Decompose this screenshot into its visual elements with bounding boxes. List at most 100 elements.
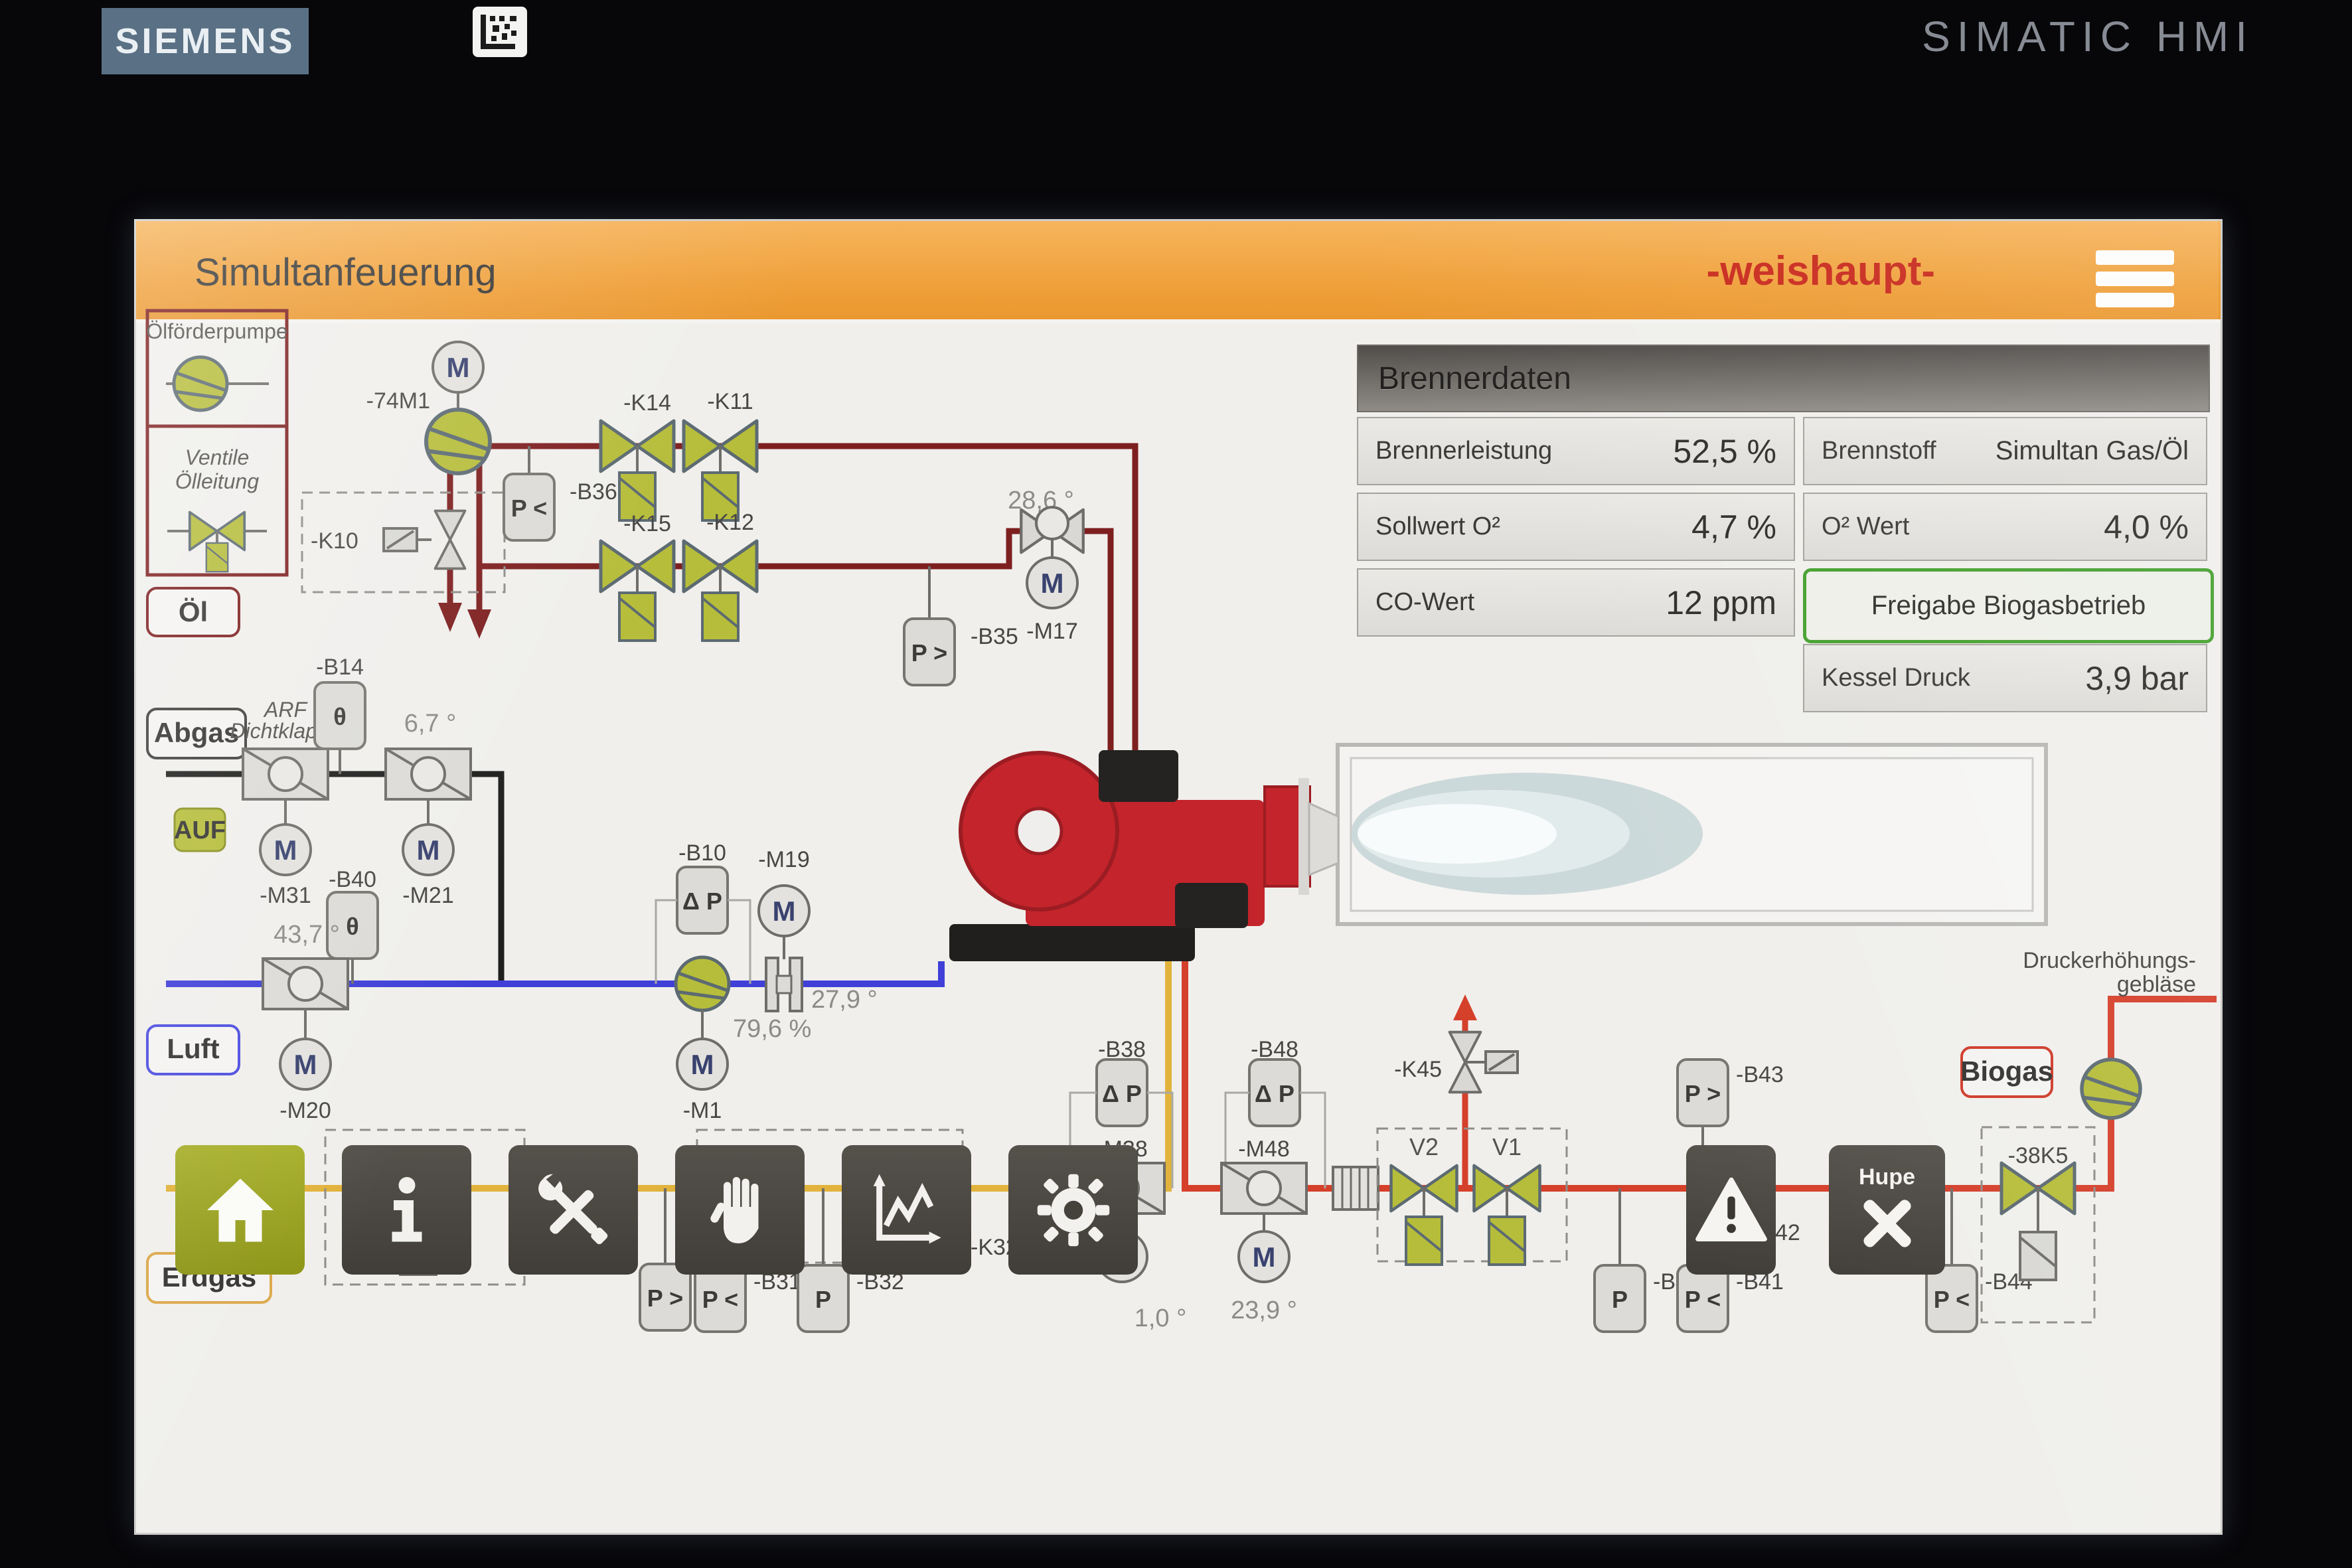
svg-text:Δ P: Δ P [1255, 1080, 1294, 1107]
svg-text:P: P [1612, 1286, 1628, 1313]
svg-text:θ: θ [333, 703, 346, 730]
svg-text:M: M [691, 1049, 714, 1080]
svg-text:V1: V1 [1492, 1133, 1522, 1160]
svg-text:V2: V2 [1409, 1133, 1439, 1160]
tag-k45: -K45 [1394, 1057, 1442, 1082]
biogas-button[interactable]: Biogas [1960, 1048, 2053, 1097]
trend-icon [866, 1169, 948, 1251]
svg-text:M: M [1253, 1241, 1276, 1273]
svg-text:Ölleitung: Ölleitung [175, 469, 260, 493]
hupe-button[interactable]: Hupe [1829, 1145, 1945, 1275]
piping-diagram: Ölförderpumpe Ventile Ölleitung Öl M -74… [0, 0, 2352, 1568]
svg-text:Luft: Luft [167, 1033, 219, 1064]
luft-button[interactable]: Luft [147, 1026, 239, 1074]
info-icon [367, 1170, 447, 1250]
svg-text:P <: P < [1685, 1286, 1721, 1313]
valve-k45-group: -K45 [1394, 1032, 1518, 1092]
tag-m21: -M21 [402, 883, 453, 908]
oil-pump-icon [174, 357, 227, 410]
warning-icon [1695, 1174, 1768, 1247]
svg-text:M: M [1041, 568, 1064, 599]
tag-b36: -B36 [570, 479, 617, 505]
svg-text:M: M [274, 834, 297, 866]
tag-m17: -M17 [1026, 619, 1077, 644]
tools-icon [532, 1169, 615, 1251]
gas-filter [1333, 1167, 1378, 1210]
sensor-b35: P > -B35 [904, 566, 1018, 685]
home-icon [200, 1170, 280, 1250]
svg-text:-K11: -K11 [707, 389, 753, 414]
valve-k10 [435, 511, 465, 569]
value-air-out-temp: 27,9 ° [811, 986, 878, 1014]
tag-b40: -B40 [329, 867, 376, 892]
svg-text:-K15: -K15 [623, 511, 671, 536]
svg-text:ARF: ARF [263, 698, 308, 722]
svg-text:θ: θ [346, 913, 358, 940]
alarm-button[interactable] [1686, 1145, 1776, 1275]
settings-button[interactable] [1008, 1145, 1138, 1275]
hupe-label: Hupe [1859, 1164, 1915, 1190]
svg-text:gebläse: gebläse [2117, 972, 2196, 997]
value-erdgas-pos: 1,0 ° [1135, 1304, 1187, 1332]
svg-text:Druckerhöhungs-: Druckerhöhungs- [2023, 948, 2196, 973]
value-abgas-temp: 6,7 ° [404, 710, 457, 738]
svg-text:P <: P < [511, 495, 547, 522]
manual-mode-button[interactable] [675, 1145, 805, 1275]
home-button[interactable] [175, 1145, 305, 1275]
svg-text:Öl: Öl [179, 596, 208, 627]
tag-m1: -M1 [683, 1098, 722, 1123]
tag-b35: -B35 [971, 624, 1018, 649]
oil-control-valve: 28,6 ° M -M17 [1008, 487, 1083, 644]
svg-text:P >: P > [647, 1285, 683, 1312]
svg-text:M: M [773, 896, 796, 927]
tag-m31: -M31 [260, 883, 311, 908]
svg-text:P <: P < [702, 1286, 738, 1313]
oil-pump-74m1 [426, 410, 490, 473]
tag-b14: -B14 [316, 655, 364, 680]
oil-pump-group: M -74M1 [366, 342, 490, 473]
svg-text:Abgas: Abgas [154, 717, 239, 748]
svg-text:P >: P > [911, 639, 947, 666]
hand-icon [700, 1170, 780, 1250]
tag-38k5: -38K5 [2008, 1143, 2069, 1168]
oil-valve-box: Ventile Ölleitung [147, 426, 287, 575]
tag-m19: -M19 [758, 847, 809, 872]
valve-k10-group: -K10 [302, 493, 505, 592]
svg-text:Biogas: Biogas [1960, 1056, 2053, 1087]
gear-icon [1032, 1169, 1115, 1251]
svg-text:-K12: -K12 [706, 510, 754, 535]
tag-74m1: -74M1 [366, 388, 430, 414]
flame [1351, 773, 1703, 895]
tag-b10: -B10 [678, 840, 726, 866]
value-biogas-temp: 23,9 ° [1231, 1296, 1297, 1324]
svg-text:Δ P: Δ P [682, 888, 722, 915]
biogas-valve-block: V2 V1 [1377, 1129, 1567, 1265]
tools-button[interactable] [509, 1145, 638, 1275]
svg-text:M: M [417, 834, 440, 866]
valve-k12: -K12 [684, 510, 757, 641]
svg-text:M: M [294, 1049, 317, 1080]
oil-pump-box-title: Ölförderpumpe [146, 319, 287, 343]
air-control-damper: -M19 M 27,9 ° [758, 847, 877, 1014]
auf-badge: AUF [174, 809, 226, 851]
svg-text:P <: P < [1934, 1286, 1970, 1313]
value-fan-speed: 79,6 % [733, 1015, 811, 1043]
svg-text:AUF: AUF [174, 817, 226, 844]
info-button[interactable] [342, 1145, 471, 1275]
biogas-control-damper: -M48 M 23,9 ° [1221, 1137, 1306, 1324]
valve-k15: -K15 [601, 511, 674, 641]
value-air-in-temp: 43,7 ° [274, 921, 340, 949]
burner [949, 750, 1338, 961]
abgas-damper-2: 6,7 ° M -M21 [386, 710, 471, 908]
svg-text:P >: P > [1685, 1080, 1721, 1107]
svg-text:P: P [815, 1286, 831, 1313]
tag-m20: -M20 [279, 1098, 331, 1123]
oel-button[interactable]: Öl [147, 588, 239, 636]
boiler-chamber [1338, 745, 2046, 924]
mute-x-icon [1855, 1192, 1919, 1255]
svg-text:M: M [447, 352, 470, 383]
svg-text:-K14: -K14 [623, 390, 671, 416]
trend-button[interactable] [842, 1145, 971, 1275]
tag-m48: -M48 [1238, 1137, 1289, 1162]
oil-pump-box: Ölförderpumpe [146, 311, 287, 426]
